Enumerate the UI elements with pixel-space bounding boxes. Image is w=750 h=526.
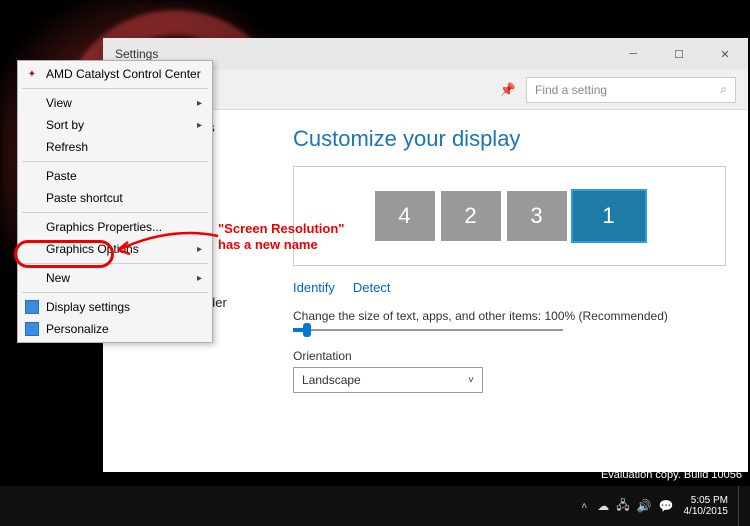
page-title: Customize your display <box>293 126 726 152</box>
menu-graphics-options[interactable]: Graphics Options <box>20 238 210 260</box>
search-icon: ⌕ <box>720 82 727 97</box>
tray-chevron-icon[interactable]: ˄ <box>581 501 587 512</box>
menu-paste[interactable]: Paste <box>20 165 210 187</box>
taskbar-clock[interactable]: 5:05 PM 4/10/2015 <box>684 495 729 517</box>
windows-watermark: Windows 10 Pro Technical Preview Evaluat… <box>571 453 742 482</box>
menu-view[interactable]: View <box>20 92 210 114</box>
display-arrangement[interactable]: 4 2 3 1 <box>293 166 726 266</box>
search-placeholder: Find a setting <box>535 83 607 97</box>
desktop-context-menu: ✦AMD Catalyst Control Center View Sort b… <box>17 60 213 343</box>
amd-icon: ✦ <box>25 67 39 81</box>
search-input[interactable]: Find a setting ⌕ <box>526 77 736 103</box>
orientation-label: Orientation <box>293 349 726 363</box>
identify-link[interactable]: Identify <box>293 280 335 295</box>
menu-sort-by[interactable]: Sort by <box>20 114 210 136</box>
menu-separator <box>22 161 208 162</box>
monitor-2[interactable]: 2 <box>441 191 501 241</box>
chevron-down-icon: ˅ <box>468 375 474 386</box>
maximize-button[interactable]: ☐ <box>656 38 702 70</box>
menu-separator <box>22 263 208 264</box>
menu-refresh[interactable]: Refresh <box>20 136 210 158</box>
menu-separator <box>22 212 208 213</box>
detect-link[interactable]: Detect <box>353 280 391 295</box>
notifications-icon[interactable]: 💬 <box>659 499 674 513</box>
pin-icon[interactable]: 📌 <box>500 82 516 98</box>
system-tray[interactable]: ☁ 🖧 🔊 💬 <box>597 496 673 517</box>
monitor-1[interactable]: 1 <box>573 191 645 241</box>
scale-label: Change the size of text, apps, and other… <box>293 309 726 323</box>
menu-graphics-properties[interactable]: Graphics Properties... <box>20 216 210 238</box>
menu-amd-catalyst[interactable]: ✦AMD Catalyst Control Center <box>20 63 210 85</box>
content-panel: Customize your display 4 2 3 1 Identify … <box>271 110 748 472</box>
window-title: Settings <box>115 47 158 61</box>
menu-display-settings[interactable]: Display settings <box>20 296 210 318</box>
menu-separator <box>22 88 208 89</box>
personalize-icon <box>25 322 39 336</box>
menu-paste-shortcut[interactable]: Paste shortcut <box>20 187 210 209</box>
menu-separator <box>22 292 208 293</box>
monitor-3[interactable]: 3 <box>507 191 567 241</box>
monitor-4[interactable]: 4 <box>375 191 435 241</box>
show-desktop-button[interactable] <box>738 486 744 526</box>
annotation-text: "Screen Resolution" has a new name <box>218 221 344 252</box>
taskbar: ˄ ☁ 🖧 🔊 💬 5:05 PM 4/10/2015 <box>0 486 750 526</box>
menu-new[interactable]: New <box>20 267 210 289</box>
minimize-button[interactable]: ─ <box>610 38 656 70</box>
network-icon[interactable]: 🖧 <box>616 496 629 517</box>
scale-slider[interactable] <box>293 329 563 331</box>
volume-icon[interactable]: 🔊 <box>637 499 652 513</box>
display-icon <box>25 300 39 314</box>
onedrive-icon[interactable]: ☁ <box>597 499 609 513</box>
menu-personalize[interactable]: Personalize <box>20 318 210 340</box>
orientation-select[interactable]: Landscape ˅ <box>293 367 483 393</box>
close-button[interactable]: ✕ <box>702 38 748 70</box>
